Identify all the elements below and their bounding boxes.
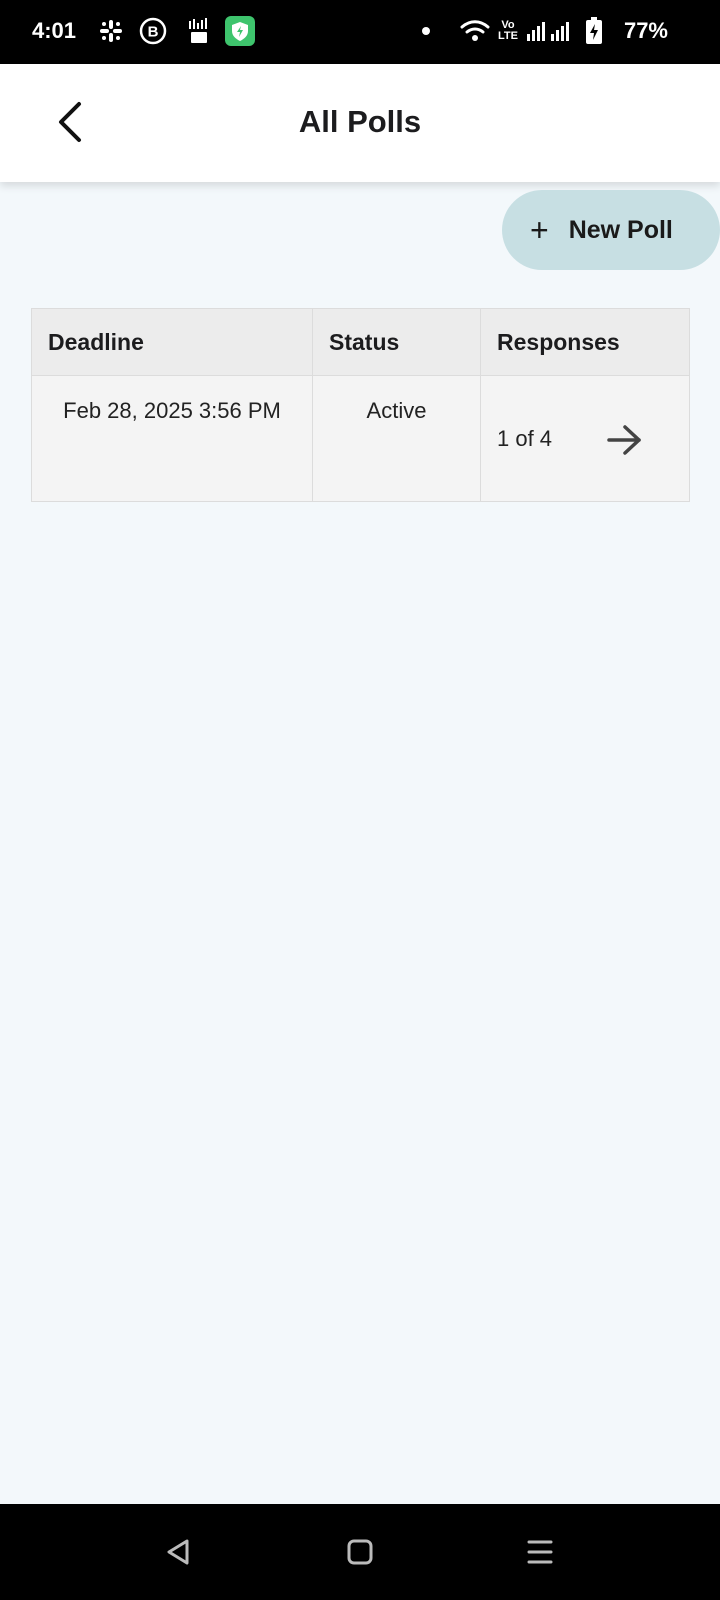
signal-icon [526,16,576,46]
slack-icon [98,16,124,46]
volte-icon: Vo LTE [492,16,524,46]
cell-status: Active [313,376,481,501]
shield-app-icon [225,16,255,46]
plus-icon: + [530,212,549,248]
column-header-status: Status [313,309,481,375]
triangle-back-icon [163,1537,193,1572]
cell-deadline: Feb 28, 2025 3:56 PM [32,376,313,501]
table-row[interactable]: Feb 28, 2025 3:56 PM Active 1 of 4 [32,375,689,501]
page-title: All Polls [298,104,422,139]
column-header-deadline: Deadline [32,309,313,375]
status-bar: 4:01 B Vo LTE 77% [0,0,720,64]
dot-icon [420,16,432,46]
cell-responses: 1 of 4 [481,376,689,501]
square-home-icon [346,1538,374,1571]
table-header: Deadline Status Responses [32,309,689,375]
status-time: 4:01 [32,18,77,43]
navigation-bar [0,1504,720,1600]
app-360-icon [186,16,212,46]
nav-back-button[interactable] [158,1534,198,1574]
menu-lines-icon [525,1538,555,1571]
whatsapp-business-icon: B [139,16,167,46]
column-header-responses: Responses [497,328,620,355]
app-bar: All Polls [0,64,720,182]
arrow-right-icon[interactable] [605,422,645,458]
battery-percent: 77% [623,18,668,43]
nav-recents-button[interactable] [520,1534,560,1574]
responses-count: 1 of 4 [497,425,553,451]
new-poll-button[interactable]: + New Poll [502,190,720,270]
polls-table: Deadline Status Responses Feb 28, 2025 3… [31,308,690,502]
network-label: Vo LTE [498,19,518,42]
new-poll-label: New Poll [568,215,673,244]
battery-charging-icon [584,16,604,46]
wifi-icon [458,16,492,46]
svg-text:B: B [148,24,159,41]
nav-home-button[interactable] [340,1534,380,1574]
